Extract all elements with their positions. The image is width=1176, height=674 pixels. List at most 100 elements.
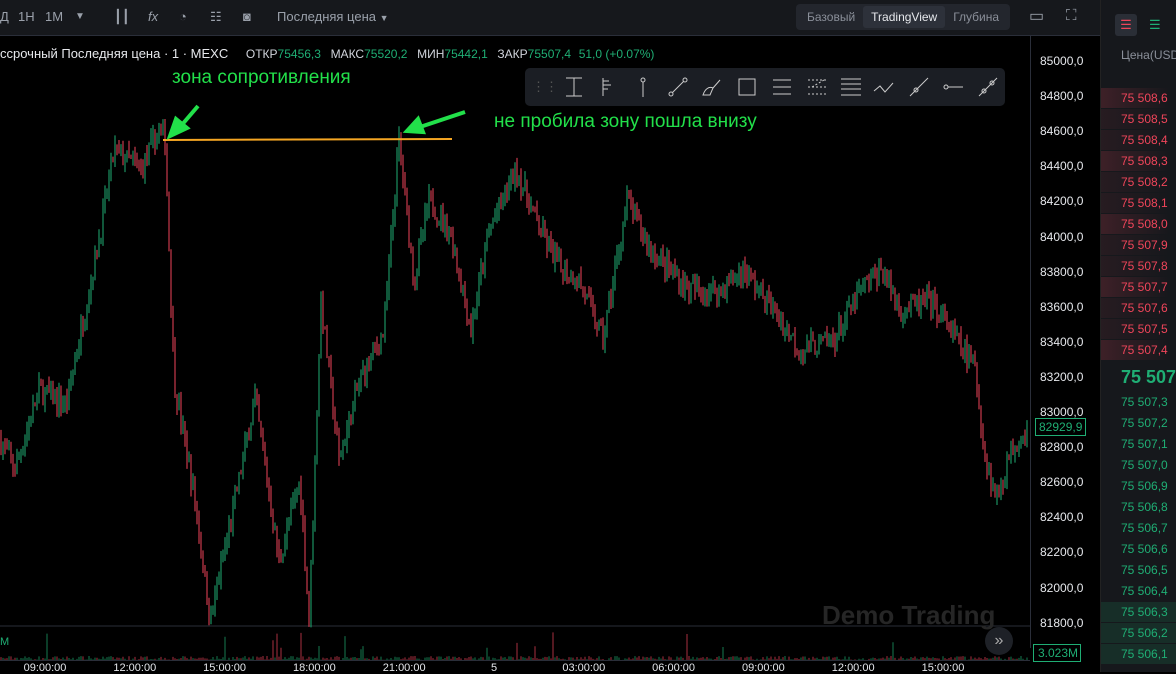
vertical-line-icon[interactable] xyxy=(626,72,660,102)
close-value: 75507,4 xyxy=(527,47,572,61)
pattern-icon[interactable] xyxy=(867,72,901,102)
volume-axis-letter: M xyxy=(0,636,10,648)
ask-row[interactable]: 75 508,0 xyxy=(1101,214,1176,234)
view-switch: Базовый TradingView Глубина xyxy=(796,4,1011,30)
time-tick: 12:00:00 xyxy=(113,662,157,674)
indicators-icon[interactable]: fx xyxy=(148,9,158,24)
ask-row[interactable]: 75 508,5 xyxy=(1101,109,1176,129)
change-value: 51,0 (+0.07%) xyxy=(578,47,655,61)
extended-line-icon[interactable] xyxy=(971,72,1005,102)
time-tick: 5 xyxy=(490,662,498,674)
gauge-icon[interactable]: ◔ xyxy=(179,9,187,24)
current-price-label: 82929,9 xyxy=(1035,418,1087,436)
tab-tradingview[interactable]: TradingView xyxy=(863,6,946,28)
bid-row[interactable]: 75 506,9 xyxy=(1101,476,1176,496)
price-tick: 82000,0 xyxy=(1040,580,1084,595)
orderbook-bids-icon[interactable]: ☰ xyxy=(1149,14,1161,36)
orderbook-price-header: Цена(USDT xyxy=(1121,48,1176,62)
candles-icon[interactable]: ┃┃ xyxy=(114,9,130,25)
price-tick: 84800,0 xyxy=(1040,89,1084,104)
close-label: ЗАКР xyxy=(497,47,528,61)
ask-row[interactable]: 75 508,1 xyxy=(1101,193,1176,213)
time-tick: 09:00:00 xyxy=(23,662,67,674)
time-tick: 12:00:00 xyxy=(831,662,875,674)
ask-row[interactable]: 75 508,6 xyxy=(1101,88,1176,108)
time-tick: 18:00:00 xyxy=(292,662,336,674)
price-tick: 82800,0 xyxy=(1040,440,1084,455)
ask-row[interactable]: 75 507,5 xyxy=(1101,319,1176,339)
price-tick: 84600,0 xyxy=(1040,124,1084,139)
price-tick: 83800,0 xyxy=(1040,264,1084,279)
watermark: Demo Trading xyxy=(822,600,996,630)
bid-row[interactable]: 75 507,3 xyxy=(1101,392,1176,412)
ask-row[interactable]: 75 508,4 xyxy=(1101,130,1176,150)
price-axis[interactable]: 85000,0 84800,0 84600,0 84400,0 84200,0 84000… xyxy=(1030,36,1100,648)
brush-icon[interactable] xyxy=(695,72,729,102)
resistance-annotation: зона сопротивления xyxy=(172,67,351,88)
volume-label: 3.023M xyxy=(1033,644,1081,662)
ray-icon[interactable] xyxy=(902,72,936,102)
symbol-title: ссрочный Последняя цена · 1 · MEXC xyxy=(0,46,229,61)
bid-row[interactable]: 75 506,1 xyxy=(1101,644,1176,664)
trend-line-icon[interactable] xyxy=(660,72,694,102)
bid-row[interactable]: 75 506,6 xyxy=(1101,539,1176,559)
camera-icon[interactable]: ◙ xyxy=(243,9,251,24)
ask-row[interactable]: 75 507,8 xyxy=(1101,256,1176,276)
vertical-measure-icon[interactable] xyxy=(557,72,591,102)
high-value: 75520,2 xyxy=(364,47,408,61)
rectangle-icon[interactable] xyxy=(729,72,763,102)
ask-row[interactable]: 75 507,6 xyxy=(1101,298,1176,318)
orderbook: ☰ ☰ Цена(USDT 75 508,675 508,575 508,475… xyxy=(1100,0,1176,672)
interval-1m[interactable]: 1M xyxy=(45,9,63,24)
ohlc-legend: ссрочный Последняя цена · 1 · MEXC ОТКР7… xyxy=(0,46,654,61)
high-label: МАКС xyxy=(330,47,365,61)
price-tick: 84000,0 xyxy=(1040,229,1084,244)
parallel-channel-icon[interactable] xyxy=(833,72,867,102)
fullscreen-icon[interactable]: ⛶ xyxy=(1066,7,1077,24)
fib-retracement-icon[interactable] xyxy=(764,72,798,102)
interval-day[interactable]: Д xyxy=(0,9,9,24)
price-tick: 83400,0 xyxy=(1040,334,1084,349)
tab-basic[interactable]: Базовый xyxy=(799,6,863,28)
bid-row[interactable]: 75 507,2 xyxy=(1101,413,1176,433)
time-tick: 06:00:00 xyxy=(652,662,696,674)
time-tick: 03:00:00 xyxy=(562,662,606,674)
ask-row[interactable]: 75 508,2 xyxy=(1101,172,1176,192)
horizontal-ray-icon[interactable] xyxy=(936,72,970,102)
fib-extension-icon[interactable] xyxy=(798,72,832,102)
flag-line-icon[interactable] xyxy=(591,72,625,102)
price-tick: 82400,0 xyxy=(1040,510,1084,525)
time-tick: 15:00:00 xyxy=(203,662,247,674)
bid-row[interactable]: 75 506,4 xyxy=(1101,581,1176,601)
bid-row[interactable]: 75 506,7 xyxy=(1101,518,1176,538)
bid-row[interactable]: 75 506,5 xyxy=(1101,560,1176,580)
price-type-label: Последняя цена xyxy=(277,9,376,24)
interval-dropdown-icon[interactable]: ▼ xyxy=(75,11,85,22)
scroll-to-latest-button[interactable]: » xyxy=(985,627,1013,655)
price-type-dropdown[interactable]: Последняя цена ▼ xyxy=(277,9,389,24)
bid-row[interactable]: 75 506,3 xyxy=(1101,602,1176,622)
ask-row[interactable]: 75 507,9 xyxy=(1101,235,1176,255)
bid-row[interactable]: 75 506,8 xyxy=(1101,497,1176,517)
bid-row[interactable]: 75 507,1 xyxy=(1101,434,1176,454)
bid-row[interactable]: 75 506,2 xyxy=(1101,623,1176,643)
top-toolbar: Д 1H 1M ▼ ┃┃ fx ◔ ☷ ◙ Последняя цена ▼ Б… xyxy=(0,0,1100,36)
price-tick: 83600,0 xyxy=(1040,299,1084,314)
time-axis[interactable]: 09:00:00 12:00:00 15:00:00 18:00:00 21:00:00… xyxy=(0,660,1030,674)
price-tick: 82600,0 xyxy=(1040,475,1084,490)
ask-row[interactable]: 75 507,4 xyxy=(1101,340,1176,360)
ask-row[interactable]: 75 508,3 xyxy=(1101,151,1176,171)
window-icon[interactable]: ▭ xyxy=(1029,6,1044,26)
price-tick: 84200,0 xyxy=(1040,194,1084,209)
orderbook-both-icon[interactable]: ☰ xyxy=(1115,14,1137,36)
mid-price: 75 507 xyxy=(1121,367,1176,387)
bid-row[interactable]: 75 507,0 xyxy=(1101,455,1176,475)
interval-1h[interactable]: 1H xyxy=(18,9,35,24)
ask-row[interactable]: 75 507,7 xyxy=(1101,277,1176,297)
low-label: МИН xyxy=(417,47,445,61)
price-tick: 83200,0 xyxy=(1040,369,1084,384)
drag-handle-icon[interactable]: ⋮⋮ xyxy=(532,72,558,102)
layout-icon[interactable]: ☷ xyxy=(210,9,222,25)
tab-depth[interactable]: Глубина xyxy=(945,6,1007,28)
price-tick: 85000,0 xyxy=(1040,54,1084,68)
